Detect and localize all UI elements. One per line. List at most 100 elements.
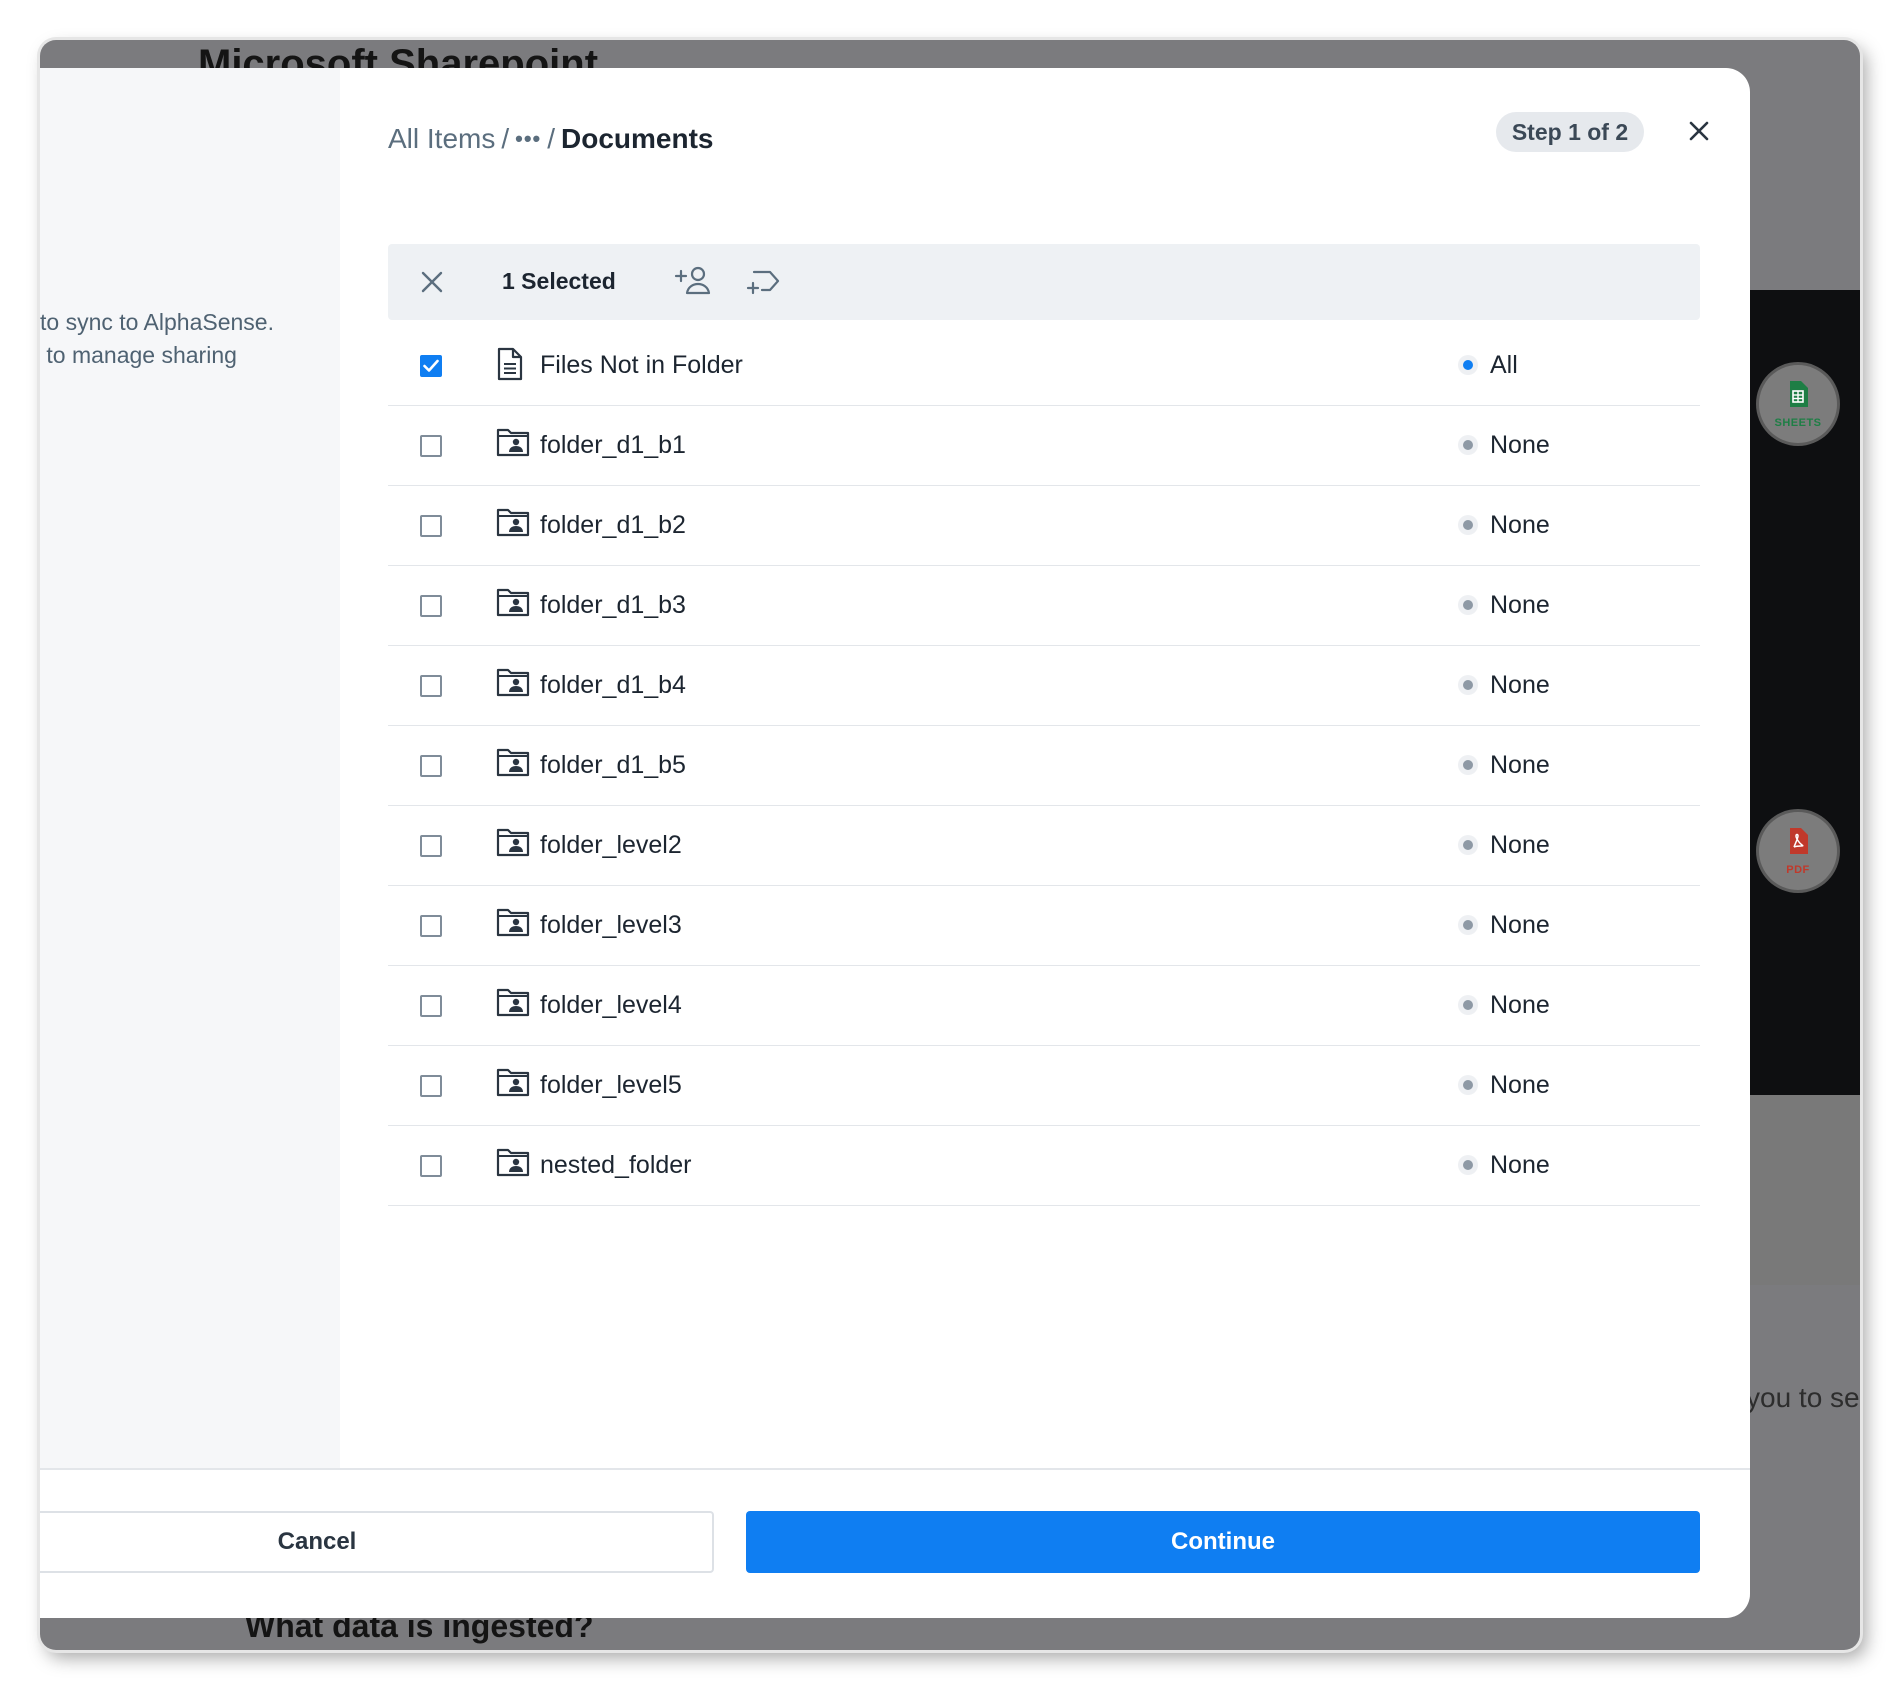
item-name[interactable]: Files Not in Folder: [540, 351, 743, 380]
item-name[interactable]: folder_d1_b5: [540, 751, 686, 780]
row-checkbox[interactable]: [420, 835, 442, 857]
add-label-button[interactable]: [746, 266, 782, 303]
pdf-icon: [1790, 828, 1808, 854]
item-name[interactable]: folder_d1_b3: [540, 591, 686, 620]
folder-icon-wrapper: [496, 827, 530, 862]
sharing-status-indicator: [1458, 915, 1478, 935]
document-icon-wrapper: [496, 347, 524, 386]
footer-divider: [40, 1468, 1750, 1470]
row-checkbox[interactable]: [420, 355, 442, 377]
breadcrumb-separator: /: [547, 123, 556, 154]
close-button[interactable]: [1684, 116, 1714, 146]
sheets-bubble: SHEETS: [1759, 365, 1837, 443]
sharing-status-label: None: [1490, 511, 1550, 539]
sharing-status-indicator: [1458, 1155, 1478, 1175]
row-checkbox[interactable]: [420, 675, 442, 697]
list-item[interactable]: Files Not in Folder All: [388, 325, 1700, 406]
folder-icon-wrapper: [496, 987, 530, 1022]
item-name[interactable]: folder_level5: [540, 1071, 682, 1100]
sidebar-line-2: to manage sharing: [40, 342, 237, 368]
add-user-icon: [674, 266, 711, 295]
folder-icon-wrapper: [496, 907, 530, 942]
folder-icon-wrapper: [496, 1147, 530, 1182]
list-item[interactable]: folder_level4 None: [388, 965, 1700, 1046]
folder-icon-wrapper: [496, 747, 530, 782]
close-icon: [1689, 121, 1709, 141]
shared-folder-icon: [496, 908, 530, 937]
app-window: Microsoft Sharepoint SHEETS PDF you to s…: [40, 40, 1860, 1650]
item-name[interactable]: folder_level2: [540, 831, 682, 860]
folder-icon-wrapper: [496, 667, 530, 702]
modal-sidebar: to sync to AlphaSense. to manage sharing: [40, 68, 340, 1468]
sharing-status-label: None: [1490, 831, 1550, 859]
shared-folder-icon: [496, 988, 530, 1017]
sharing-status-label: None: [1490, 991, 1550, 1019]
sharing-status-label: None: [1490, 1071, 1550, 1099]
list-item[interactable]: folder_d1_b5 None: [388, 725, 1700, 806]
sharing-status-indicator: [1458, 995, 1478, 1015]
item-name[interactable]: folder_level3: [540, 911, 682, 940]
item-name[interactable]: folder_d1_b1: [540, 431, 686, 460]
sheets-bubble-label: SHEETS: [1774, 417, 1822, 429]
breadcrumb-ellipsis[interactable]: •••: [515, 126, 541, 152]
sharing-status-label: All: [1490, 351, 1518, 379]
shared-folder-icon: [496, 1068, 530, 1097]
breadcrumb-separator: /: [501, 123, 510, 154]
shared-folder-icon: [496, 588, 530, 617]
sharing-status-indicator: [1458, 595, 1478, 615]
sharing-status-label: None: [1490, 671, 1550, 699]
shared-folder-icon: [496, 1148, 530, 1177]
clear-selection-button[interactable]: [418, 268, 446, 296]
item-name[interactable]: nested_folder: [540, 1151, 692, 1180]
sharing-status-label: None: [1490, 1151, 1550, 1179]
shared-folder-icon: [496, 828, 530, 857]
sharing-status-indicator: [1458, 835, 1478, 855]
list-item[interactable]: folder_level2 None: [388, 805, 1700, 886]
sharing-status-indicator: [1458, 355, 1478, 375]
row-checkbox[interactable]: [420, 1075, 442, 1097]
selected-count: 1 Selected: [502, 268, 616, 294]
sharing-status-indicator: [1458, 1075, 1478, 1095]
row-checkbox[interactable]: [420, 435, 442, 457]
add-label-icon: [746, 270, 780, 295]
sheets-icon: [1790, 381, 1808, 407]
item-name[interactable]: folder_d1_b4: [540, 671, 686, 700]
folder-selection-modal: to sync to AlphaSense. to manage sharing…: [40, 68, 1750, 1618]
sharing-status-label: None: [1490, 591, 1550, 619]
continue-button[interactable]: Continue: [746, 1511, 1700, 1573]
sharing-status-label: None: [1490, 911, 1550, 939]
share-with-user-button[interactable]: [674, 264, 714, 303]
list-item[interactable]: folder_level3 None: [388, 885, 1700, 966]
list-item[interactable]: folder_d1_b2 None: [388, 485, 1700, 566]
list-item[interactable]: folder_d1_b4 None: [388, 645, 1700, 726]
shared-folder-icon: [496, 748, 530, 777]
shared-folder-icon: [496, 428, 530, 457]
background-divider-panel: [1750, 1095, 1860, 1285]
row-checkbox[interactable]: [420, 515, 442, 537]
sharing-status-indicator: [1458, 435, 1478, 455]
row-checkbox[interactable]: [420, 1155, 442, 1177]
selection-toolbar: 1 Selected: [388, 244, 1700, 320]
cancel-button[interactable]: Cancel: [40, 1511, 714, 1573]
row-checkbox[interactable]: [420, 995, 442, 1017]
folder-icon-wrapper: [496, 587, 530, 622]
close-icon: [421, 271, 443, 293]
shared-folder-icon: [496, 668, 530, 697]
row-checkbox[interactable]: [420, 595, 442, 617]
list-item[interactable]: folder_level5 None: [388, 1045, 1700, 1126]
list-item[interactable]: folder_d1_b1 None: [388, 405, 1700, 486]
folder-icon-wrapper: [496, 507, 530, 542]
background-partial-text: you to se: [1746, 1382, 1860, 1413]
list-item[interactable]: folder_d1_b3 None: [388, 565, 1700, 646]
sharing-status-indicator: [1458, 755, 1478, 775]
step-badge: Step 1 of 2: [1496, 112, 1644, 152]
item-name[interactable]: folder_level4: [540, 991, 682, 1020]
breadcrumb: All Items / ••• / Documents: [388, 123, 714, 155]
breadcrumb-root[interactable]: All Items: [388, 123, 495, 155]
item-name[interactable]: folder_d1_b2: [540, 511, 686, 540]
row-checkbox[interactable]: [420, 755, 442, 777]
checkmark-icon: [423, 359, 439, 372]
folder-icon-wrapper: [496, 427, 530, 462]
list-item[interactable]: nested_folder None: [388, 1125, 1700, 1206]
row-checkbox[interactable]: [420, 915, 442, 937]
